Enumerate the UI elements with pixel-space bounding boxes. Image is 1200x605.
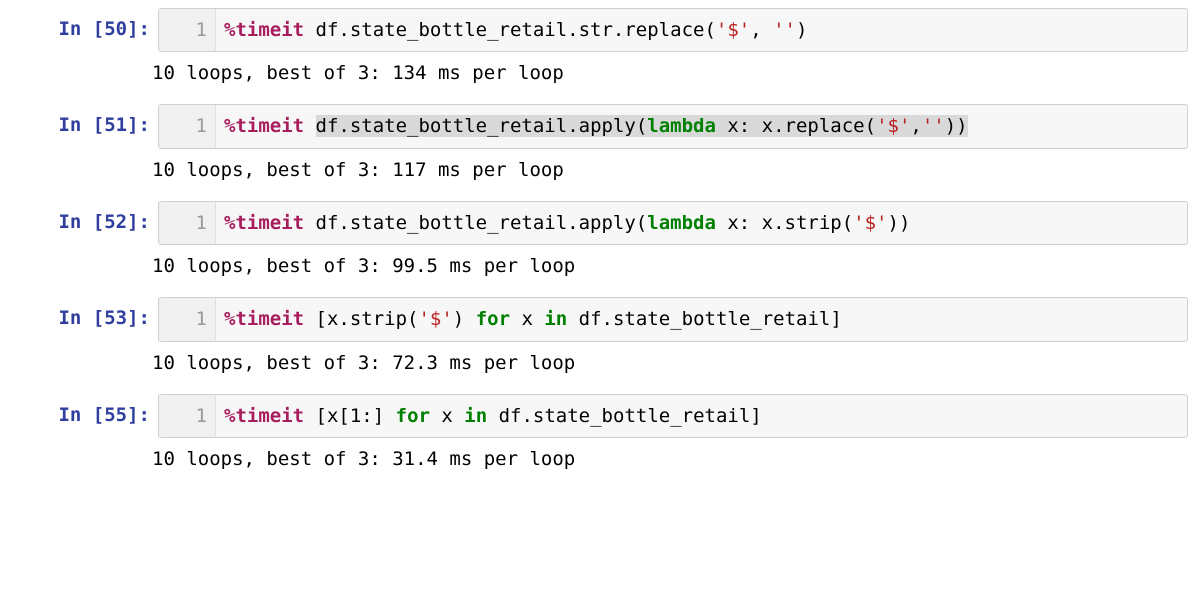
text-selection: df.state_bottle_retail.apply(lambda x: x… [316,115,968,137]
cell-output: 10 loops, best of 3: 99.5 ms per loop [150,255,1200,277]
input-prompt: In [52]: [0,201,158,233]
input-prompt: In [55]: [0,394,158,426]
line-number-gutter: 1 [159,9,216,51]
jupyter-notebook: In [50]: 1 %timeit df.state_bottle_retai… [0,0,1200,502]
code-cell: In [55]: 1 %timeit [x[1:] for x in df.st… [0,394,1200,470]
cell-output: 10 loops, best of 3: 117 ms per loop [150,159,1200,181]
input-prompt: In [53]: [0,297,158,329]
magic-command: %timeit [224,212,304,234]
code-input-area[interactable]: 1 %timeit [x.strip('$') for x in df.stat… [158,297,1188,341]
code-cell: In [50]: 1 %timeit df.state_bottle_retai… [0,8,1200,84]
code-input-area[interactable]: 1 %timeit [x[1:] for x in df.state_bottl… [158,394,1188,438]
code-cell: In [52]: 1 %timeit df.state_bottle_retai… [0,201,1200,277]
line-number-gutter: 1 [159,395,216,437]
code-content[interactable]: %timeit [x.strip('$') for x in df.state_… [216,298,1187,340]
code-content[interactable]: %timeit df.state_bottle_retail.str.repla… [216,9,1187,51]
cell-output: 10 loops, best of 3: 134 ms per loop [150,62,1200,84]
magic-command: %timeit [224,19,304,41]
code-content[interactable]: %timeit [x[1:] for x in df.state_bottle_… [216,395,1187,437]
input-prompt: In [50]: [0,8,158,40]
cell-output: 10 loops, best of 3: 72.3 ms per loop [150,352,1200,374]
input-prompt: In [51]: [0,104,158,136]
code-input-area[interactable]: 1 %timeit df.state_bottle_retail.apply(l… [158,201,1188,245]
code-cell: In [51]: 1 %timeit df.state_bottle_retai… [0,104,1200,180]
cell-output: 10 loops, best of 3: 31.4 ms per loop [150,448,1200,470]
code-cell: In [53]: 1 %timeit [x.strip('$') for x i… [0,297,1200,373]
line-number-gutter: 1 [159,105,216,147]
line-number-gutter: 1 [159,202,216,244]
line-number-gutter: 1 [159,298,216,340]
code-input-area[interactable]: 1 %timeit df.state_bottle_retail.apply(l… [158,104,1188,148]
code-content[interactable]: %timeit df.state_bottle_retail.apply(lam… [216,202,1187,244]
magic-command: %timeit [224,115,304,137]
code-content[interactable]: %timeit df.state_bottle_retail.apply(lam… [216,105,1187,147]
magic-command: %timeit [224,405,304,427]
code-input-area[interactable]: 1 %timeit df.state_bottle_retail.str.rep… [158,8,1188,52]
magic-command: %timeit [224,308,304,330]
